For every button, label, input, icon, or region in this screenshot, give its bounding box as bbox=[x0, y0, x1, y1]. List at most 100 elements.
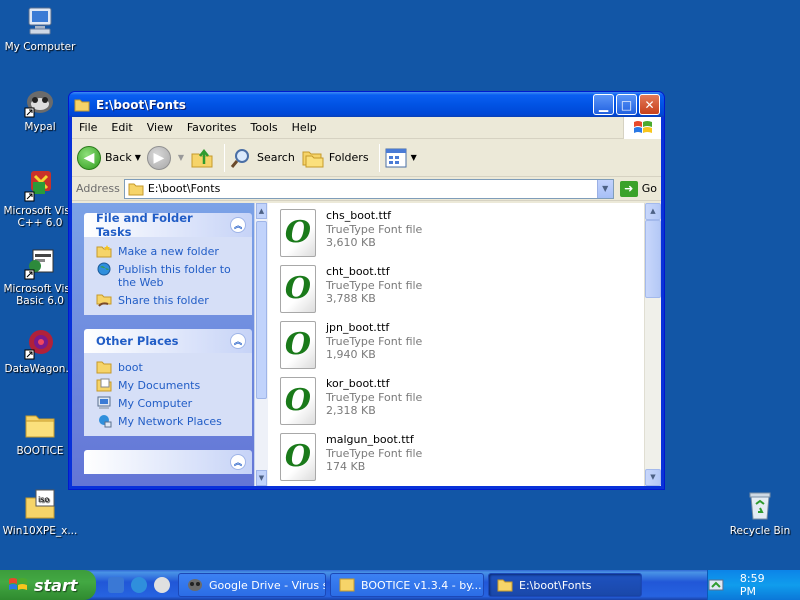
address-input[interactable]: E:\boot\Fonts ▼ bbox=[123, 178, 614, 199]
views-button[interactable]: ▼ bbox=[384, 147, 417, 169]
task-google-drive[interactable]: Google Drive - Virus s... bbox=[178, 573, 326, 597]
file-type: TrueType Font file bbox=[326, 334, 423, 348]
show-desktop-icon[interactable] bbox=[108, 577, 124, 593]
search-button[interactable]: Search bbox=[229, 146, 295, 170]
minimize-button[interactable]: ▁ bbox=[593, 94, 614, 115]
folder-icon bbox=[128, 183, 144, 195]
file-item[interactable]: O jpn_boot.ttf TrueType Font file 1,940 … bbox=[280, 321, 422, 369]
file-name: kor_boot.ttf bbox=[326, 377, 390, 390]
truetype-font-icon: O bbox=[280, 209, 316, 257]
mypal-icon bbox=[188, 579, 202, 591]
menu-file[interactable]: File bbox=[72, 121, 104, 134]
file-type: TrueType Font file bbox=[326, 446, 423, 460]
title-bar[interactable]: E:\boot\Fonts ▁ □ ✕ bbox=[69, 92, 664, 117]
scroll-down-icon[interactable]: ▼ bbox=[645, 469, 661, 486]
task-label: Make a new folder bbox=[118, 245, 219, 258]
task-make-new-folder[interactable]: Make a new folder bbox=[96, 245, 242, 258]
desktop-icon-recycle-bin[interactable]: Recycle Bin bbox=[720, 488, 800, 537]
file-item[interactable]: O kor_boot.ttf TrueType Font file 2,318 … bbox=[280, 377, 422, 425]
shared-folder-icon bbox=[96, 294, 112, 307]
maximize-button[interactable]: □ bbox=[616, 94, 637, 115]
datawagon-icon bbox=[23, 326, 57, 360]
scroll-up-icon[interactable]: ▲ bbox=[256, 203, 267, 219]
network-tray-icon[interactable] bbox=[708, 577, 724, 593]
task-explorer-fonts[interactable]: E:\boot\Fonts bbox=[488, 573, 642, 597]
internet-explorer-icon[interactable] bbox=[131, 577, 147, 593]
maximize-icon: □ bbox=[620, 97, 633, 112]
scroll-thumb[interactable] bbox=[645, 220, 661, 298]
file-item[interactable]: O chs_boot.ttf TrueType Font file 3,610 … bbox=[280, 209, 422, 257]
toolbar: ◀ Back ▼ ▶ ▼ Search Folders ▼ bbox=[72, 139, 661, 177]
menu-tools[interactable]: Tools bbox=[244, 121, 285, 134]
file-type: TrueType Font file bbox=[326, 278, 423, 292]
task-publish-web[interactable]: Publish this folder to the Web bbox=[96, 262, 242, 289]
system-tray: 8:59 PM bbox=[707, 570, 800, 600]
chevron-down-icon[interactable]: ▼ bbox=[135, 153, 141, 162]
panel-header[interactable]: ︽ bbox=[84, 450, 252, 474]
menu-favorites[interactable]: Favorites bbox=[180, 121, 244, 134]
menu-view[interactable]: View bbox=[140, 121, 180, 134]
go-button[interactable]: ➜ Go bbox=[619, 180, 657, 197]
menu-help[interactable]: Help bbox=[285, 121, 324, 134]
address-bar: Address E:\boot\Fonts ▼ ➜ Go bbox=[72, 177, 661, 201]
start-button[interactable]: start bbox=[0, 570, 96, 600]
place-my-computer[interactable]: My Computer bbox=[96, 396, 242, 410]
explorer-window: E:\boot\Fonts ▁ □ ✕ File Edit View Favor… bbox=[68, 91, 665, 490]
file-name: cht_boot.ttf bbox=[326, 265, 390, 278]
file-size: 3,610 KB bbox=[326, 236, 376, 249]
windows-logo-icon bbox=[9, 578, 27, 590]
globe-icon bbox=[97, 262, 111, 276]
file-list-scrollbar[interactable]: ▲ ▼ bbox=[644, 203, 661, 486]
window-body: File Edit View Favorites Tools Help ◀ Ba… bbox=[72, 117, 661, 486]
truetype-font-icon: O bbox=[280, 377, 316, 425]
scroll-up-icon[interactable]: ▲ bbox=[645, 203, 661, 220]
views-icon bbox=[385, 148, 407, 167]
search-label: Search bbox=[257, 151, 295, 164]
menu-edit[interactable]: Edit bbox=[104, 121, 139, 134]
folders-button[interactable]: Folders bbox=[301, 146, 369, 170]
file-item[interactable]: O cht_boot.ttf TrueType Font file 3,788 … bbox=[280, 265, 422, 313]
place-boot[interactable]: boot bbox=[96, 361, 242, 374]
file-name: chs_boot.ttf bbox=[326, 209, 392, 222]
up-folder-button[interactable] bbox=[190, 146, 214, 170]
chevron-down-icon: ▼ bbox=[410, 153, 417, 162]
collapse-chevron-icon[interactable]: ︽ bbox=[230, 333, 246, 349]
collapse-chevron-icon[interactable]: ︽ bbox=[230, 454, 246, 470]
panel-header[interactable]: File and Folder Tasks ︽ bbox=[84, 213, 252, 239]
task-share-folder[interactable]: Share this folder bbox=[96, 294, 242, 307]
folder-icon bbox=[74, 99, 90, 111]
forward-button[interactable]: ▶ ▼ bbox=[146, 145, 184, 170]
scroll-down-icon[interactable]: ▼ bbox=[256, 470, 267, 486]
chevron-down-icon[interactable]: ▼ bbox=[596, 179, 613, 198]
truetype-font-icon: O bbox=[280, 321, 316, 369]
media-player-icon[interactable] bbox=[154, 577, 170, 593]
close-button[interactable]: ✕ bbox=[639, 94, 660, 115]
task-pane-scrollbar[interactable]: ▲ ▼ bbox=[254, 203, 268, 486]
file-item[interactable]: O malgun_boot.ttf TrueType Font file 174… bbox=[280, 433, 422, 481]
scroll-thumb[interactable] bbox=[256, 221, 267, 399]
start-label: start bbox=[34, 575, 78, 595]
desktop-icon-win10xpe[interactable]: iso Win10XPE_x... bbox=[0, 488, 80, 537]
content-area: File and Folder Tasks ︽ Make a new folde… bbox=[72, 203, 661, 486]
visual-cpp-icon bbox=[23, 168, 57, 202]
back-button[interactable]: ◀ Back ▼ bbox=[77, 145, 141, 170]
panel-header[interactable]: Other Places ︽ bbox=[84, 329, 252, 353]
chevron-down-icon[interactable]: ▼ bbox=[178, 153, 184, 162]
task-bootice[interactable]: BOOTICE v1.3.4 - by... bbox=[330, 573, 484, 597]
clock[interactable]: 8:59 PM bbox=[740, 572, 784, 598]
place-my-network[interactable]: My Network Places bbox=[96, 415, 242, 428]
back-arrow-icon: ◀ bbox=[77, 145, 101, 170]
close-icon: ✕ bbox=[644, 97, 655, 112]
collapse-chevron-icon[interactable]: ︽ bbox=[230, 217, 246, 233]
desktop-icon-label: My Computer bbox=[4, 41, 76, 53]
computer-icon bbox=[23, 4, 57, 38]
place-my-documents[interactable]: My Documents bbox=[96, 378, 242, 392]
place-label: My Computer bbox=[118, 397, 193, 410]
bootice-icon bbox=[339, 578, 355, 592]
task-label: BOOTICE v1.3.4 - by... bbox=[361, 578, 482, 592]
file-size: 3,788 KB bbox=[326, 292, 376, 305]
desktop-icon-my-computer[interactable]: My Computer bbox=[0, 4, 80, 53]
other-places-panel: Other Places ︽ boot My Documents My Comp… bbox=[84, 329, 252, 436]
task-label: Share this folder bbox=[118, 294, 209, 307]
toolbar-separator bbox=[224, 143, 226, 172]
